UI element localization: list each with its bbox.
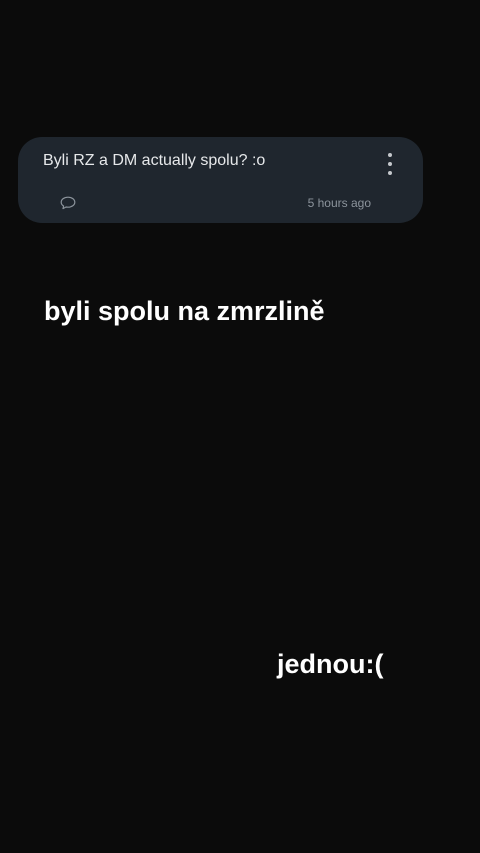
caption-text-2: jednou:( [277, 649, 384, 679]
question-card[interactable]: Byli RZ a DM actually spolu? :o 5 hours … [18, 137, 423, 223]
question-text: Byli RZ a DM actually spolu? :o [43, 152, 266, 169]
comment-icon[interactable] [60, 196, 76, 210]
more-options-button[interactable] [383, 153, 397, 175]
more-vertical-icon-dot [388, 162, 392, 166]
comment-bubble-icon [60, 196, 76, 210]
more-vertical-icon-dot [388, 171, 392, 175]
more-vertical-icon [388, 153, 392, 157]
timestamp: 5 hours ago [307, 196, 371, 210]
caption-text-1: byli spolu na zmrzlině [44, 296, 325, 326]
